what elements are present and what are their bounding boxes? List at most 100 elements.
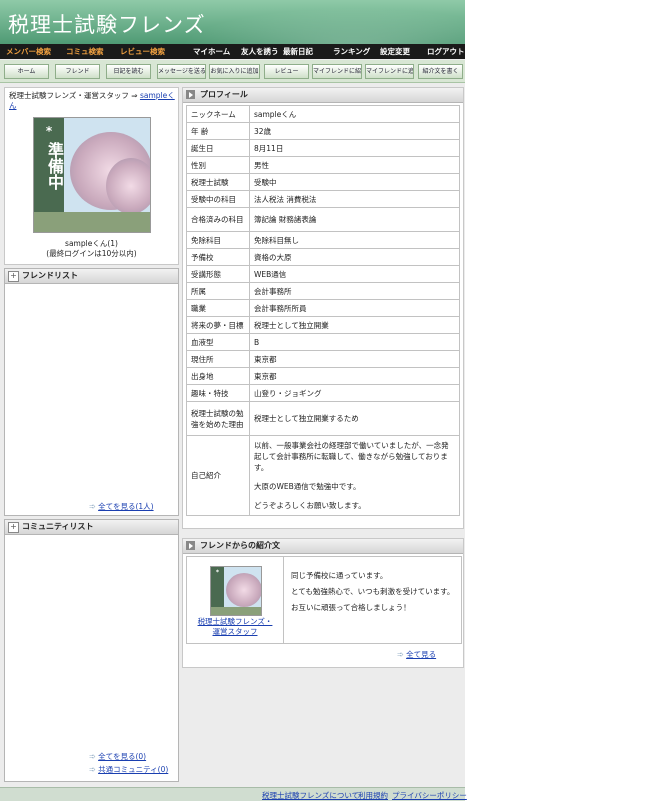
profile-key: 合格済みの科目 xyxy=(186,207,250,232)
profile-key: 趣味・特技 xyxy=(186,384,250,402)
profile-row: 誕生日 8月11日 xyxy=(186,139,460,157)
footer-privacy-link[interactable]: プライバシーポリシー xyxy=(392,790,467,801)
tab-read-diary[interactable]: 日記を読む xyxy=(106,64,151,79)
profile-value: 会計事務所所員 xyxy=(249,299,460,317)
profile-table-wrap: ニックネーム sampleくん年 齢 32歳 誕生日 8月11日 性別 男性 税理士試験 受験中… xyxy=(186,105,460,516)
profile-key: 所属 xyxy=(186,282,250,300)
profile-row: 出身地 東京都 xyxy=(186,367,460,385)
tab-write-introduction[interactable]: 紹介文を書く xyxy=(418,64,463,79)
profile-value: 32歳 xyxy=(249,122,460,140)
intro-text-line: お互いに頑張って合格しましょう！ xyxy=(291,603,411,612)
profile-key: 出身地 xyxy=(186,367,250,385)
profile-key: 職業 xyxy=(186,299,250,317)
profile-row: 将来の夢・目標 税理士として独立開業 xyxy=(186,316,460,334)
community-see-all-link[interactable]: 全てを見る(0) xyxy=(98,752,146,761)
arrow-icon: ➾ xyxy=(89,765,96,774)
tab-add-favorite[interactable]: お気に入りに追加 xyxy=(209,64,260,79)
expand-icon[interactable]: + xyxy=(8,271,19,282)
profile-key: 将来の夢・目標 xyxy=(186,316,250,334)
common-community-row: ➾ 共通コミュニティ(0) xyxy=(89,764,168,775)
profile-value: 税理士として独立開業するため xyxy=(249,401,460,436)
photo-ground xyxy=(34,212,150,232)
page: 税理士試験フレンズ メンバー検索 コミュ検索 レビュー検索 マイホーム 友人を誘… xyxy=(0,0,467,801)
profile-box: プロフィール ニックネーム sampleくん年 齢 32歳 誕生日 8月11日 性別 男性税… xyxy=(182,87,464,529)
friend-intro-author-cell: * 税理士試験フレンズ・運営スタッフ xyxy=(187,557,284,643)
footer: 税理士試験フレンズについて 利用規約 プライバシーポリシー xyxy=(0,787,467,801)
profile-key: 現住所 xyxy=(186,350,250,368)
breadcrumb-arrow: ⇒ xyxy=(131,91,138,100)
profile-key: 自己紹介 xyxy=(186,435,250,516)
photo-cherry-tree-2 xyxy=(106,158,150,214)
primary-nav: メンバー検索 コミュ検索 レビュー検索 マイホーム 友人を誘う 最新日記 ランキ… xyxy=(0,44,465,59)
triangle-icon xyxy=(186,541,195,550)
profile-row: 免除科目 免除科目無し xyxy=(186,231,460,249)
nav-invite-friends[interactable]: 友人を誘う xyxy=(241,46,279,57)
profile-key: 受験中の科目 xyxy=(186,190,250,208)
friend-intro-author-link[interactable]: 税理士試験フレンズ・運営スタッフ xyxy=(197,617,273,637)
site-title[interactable]: 税理士試験フレンズ xyxy=(8,9,206,39)
profile-key: 血液型 xyxy=(186,333,250,351)
breadcrumb: 税理士試験フレンズ・運営スタッフ ⇒ sampleくん xyxy=(9,91,175,111)
tab-add-friend[interactable]: マイフレンドに追加 xyxy=(365,64,414,79)
nav-settings[interactable]: 設定変更 xyxy=(380,46,410,57)
arrow-icon: ➾ xyxy=(397,650,404,659)
intro-paragraph: 大原のWEB通信で勉強中です。 xyxy=(254,482,361,491)
profile-key: 予備校 xyxy=(186,248,250,266)
nav-member-search[interactable]: メンバー検索 xyxy=(6,46,51,57)
profile-key: 性別 xyxy=(186,156,250,174)
expand-icon[interactable]: + xyxy=(8,522,19,533)
friend-intro-header: フレンドからの紹介文 xyxy=(183,539,463,554)
nav-latest-diary[interactable]: 最新日記 xyxy=(283,46,313,57)
profile-photo[interactable]: * 準備中 xyxy=(33,117,151,233)
profile-row: 職業 会計事務所所員 xyxy=(186,299,460,317)
secondary-nav: ホーム フレンド 日記を読む メッセージを送る お気に入りに追加 レビュー マイ… xyxy=(0,60,465,83)
community-list-box: + コミュニティリスト ➾ 全てを見る(0) ➾ 共通コミュニティ(0) xyxy=(4,519,179,782)
profile-table: ニックネーム sampleくん年 齢 32歳 誕生日 8月11日 性別 男性 税理士試験 受験中… xyxy=(186,105,460,516)
intro-text-line: 同じ予備校に通っています。 xyxy=(291,571,388,580)
profile-row: 税理士試験の勉強を始めた理由 税理士として独立開業するため xyxy=(186,401,460,436)
header-decoration xyxy=(180,8,465,44)
profile-key: 税理士試験の勉強を始めた理由 xyxy=(186,401,250,436)
nav-logout[interactable]: ログアウト xyxy=(427,46,465,57)
profile-value: 税理士として独立開業 xyxy=(249,316,460,334)
friend-photo[interactable]: * xyxy=(210,566,262,616)
tab-home[interactable]: ホーム xyxy=(4,64,49,79)
photo-mark: * xyxy=(215,569,220,576)
profile-value: 簿記論 財務諸表論 xyxy=(249,207,460,232)
last-login: (最終ログインは10分以内) xyxy=(46,249,137,258)
nav-my-home[interactable]: マイホーム xyxy=(193,46,230,57)
profile-row: 受験中の科目 法人税法 消費税法 xyxy=(186,190,460,208)
tab-introduce-to-friends[interactable]: マイフレンドに紹介 xyxy=(312,64,362,79)
tab-review[interactable]: レビュー xyxy=(264,64,309,79)
friend-intro-see-all-link[interactable]: 全て見る xyxy=(406,650,436,659)
profile-value: 山登り・ジョギング xyxy=(249,384,460,402)
profile-row: 所属 会計事務所 xyxy=(186,282,460,300)
profile-value: 資格の大原 xyxy=(249,248,460,266)
profile-row: 予備校 資格の大原 xyxy=(186,248,460,266)
community-see-all-row: ➾ 全てを見る(0) xyxy=(89,751,146,762)
breadcrumb-community: 税理士試験フレンズ・運営スタッフ xyxy=(9,91,129,100)
friend-list-box: + フレンドリスト ➾ 全てを見る(1人) xyxy=(4,268,179,516)
footer-about-link[interactable]: 税理士試験フレンズについて xyxy=(262,790,359,801)
tab-friends[interactable]: フレンド xyxy=(55,64,100,79)
profile-value: 免除科目無し xyxy=(249,231,460,249)
community-list-title: コミュニティリスト xyxy=(22,522,94,531)
profile-row: 受講形態 WEB通信 xyxy=(186,265,460,283)
profile-row: 現住所 東京都 xyxy=(186,350,460,368)
profile-row: 血液型 B xyxy=(186,333,460,351)
profile-header: プロフィール xyxy=(183,88,463,103)
profile-value: B xyxy=(249,333,460,351)
tab-send-message[interactable]: メッセージを送る xyxy=(157,64,206,79)
profile-value: 会計事務所 xyxy=(249,282,460,300)
friend-see-all-link[interactable]: 全てを見る(1人) xyxy=(98,502,153,511)
photo-placeholder-text: 準備中 xyxy=(45,142,64,190)
nav-ranking[interactable]: ランキング xyxy=(333,46,370,57)
friend-list-title: フレンドリスト xyxy=(22,271,78,280)
intro-paragraph: 以前、一般事業会社の経理部で働いていましたが、一念発起して会計事務所に転職して、… xyxy=(254,441,449,472)
profile-key: 誕生日 xyxy=(186,139,250,157)
footer-terms-link[interactable]: 利用規約 xyxy=(358,790,388,801)
common-community-link[interactable]: 共通コミュニティ(0) xyxy=(98,765,168,774)
nav-community-search[interactable]: コミュ検索 xyxy=(66,46,104,57)
friend-intro-title: フレンドからの紹介文 xyxy=(200,541,280,550)
nav-review-search[interactable]: レビュー検索 xyxy=(120,46,165,57)
